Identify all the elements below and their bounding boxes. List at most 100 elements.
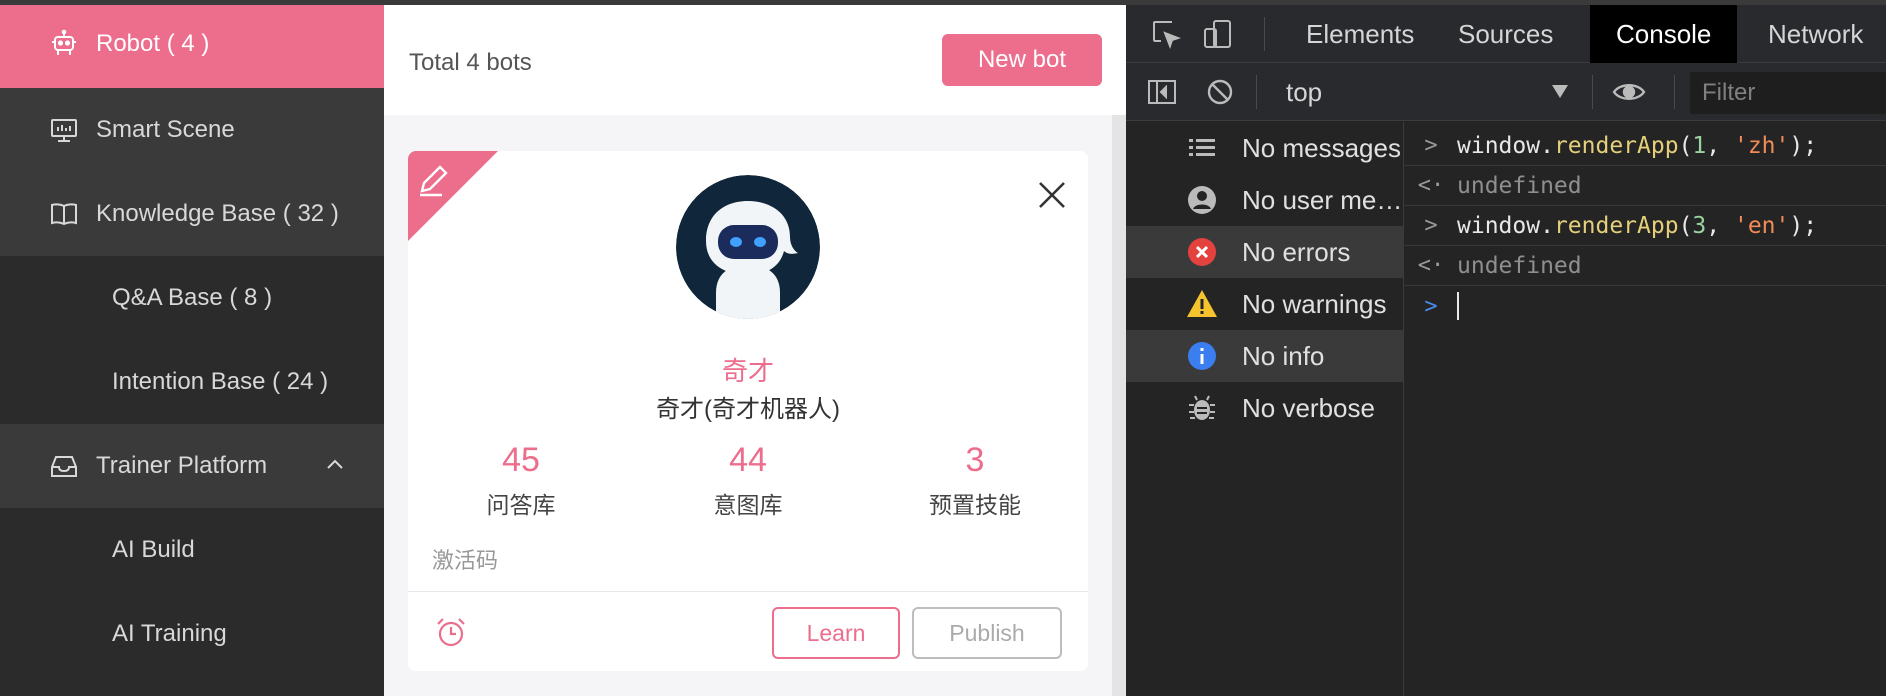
text-caret [1457,292,1459,320]
bot-avatar [676,175,820,319]
sidebar-item-smart-scene[interactable]: Smart Scene [0,88,384,172]
sidebar-item-label: No verbose [1242,392,1375,423]
code-token: ( [1678,212,1693,239]
console-result-line: <· undefined [1405,166,1886,206]
window-top-border [0,0,1886,5]
stat-value: 45 [502,441,540,479]
stat-label: 意图库 [713,492,783,518]
sidebar-item-messages[interactable]: No messages [1126,122,1404,174]
divider [408,591,1088,592]
total-bots-label: Total 4 bots [409,49,532,76]
stat-intention: 44 意图库 [635,441,861,520]
user-icon [1186,184,1218,216]
sidebar-item-qa-base[interactable]: Q&A Base ( 8 ) [0,256,384,340]
alarm-clock-icon[interactable] [434,615,468,649]
input-chevron-icon: > [1424,133,1438,158]
sidebar-item-user-messages[interactable]: No user me… [1126,174,1404,226]
sidebar-item-ai-build[interactable]: AI Build [0,508,384,592]
code-token: 3 [1692,212,1707,239]
stat-skills: 3 预置技能 [862,441,1088,520]
stat-label: 预置技能 [929,492,1021,518]
tab-sources[interactable]: Sources [1432,5,1579,63]
sidebar-item-trainer-platform[interactable]: Trainer Platform [0,424,384,508]
result-arrow-icon: <· [1417,253,1445,278]
app-root: Robot ( 4 ) Smart Scene Knowledge Base (… [0,0,1886,696]
sidebar-item-label: Trainer Platform [96,452,268,479]
monitor-icon [48,114,80,146]
sidebar-item-label: No info [1242,340,1325,371]
dropdown-arrow-icon[interactable] [1552,85,1568,99]
tab-network[interactable]: Network [1742,5,1886,63]
bot-card[interactable]: 奇才 奇才(奇才机器人) 45 问答库 44 意图库 3 预置技能 激活码 Le… [408,151,1088,671]
sidebar-item-errors[interactable]: No errors [1126,226,1404,278]
code-token: ); [1789,132,1818,159]
close-icon[interactable] [1036,179,1068,211]
filter-input[interactable] [1690,72,1886,114]
bot-name: 奇才 [721,356,774,386]
sidebar-item-label: Intention Base ( 24 ) [112,368,329,395]
device-toolbar-icon[interactable] [1202,18,1234,50]
console-result-line: <· undefined [1405,246,1886,286]
sidebar-item-label: No errors [1242,236,1351,267]
clear-console-icon[interactable] [1204,76,1236,108]
activation-code-label: 激活码 [432,548,499,573]
new-bot-button[interactable]: New bot [942,34,1102,86]
edit-ribbon[interactable] [408,151,498,241]
separator [1256,75,1257,109]
code-token: ( [1678,132,1693,159]
prompt-chevron-icon: > [1424,293,1438,319]
console-sidebar: No messages No user me… No errors No war… [1126,122,1404,696]
sidebar-item-ai-training[interactable]: AI Training [0,592,384,696]
devtools-tab-bar: Elements Sources Console Network [1126,5,1886,63]
result-value: undefined [1457,172,1582,199]
inspect-element-icon[interactable] [1150,18,1182,50]
info-icon [1186,340,1218,372]
console-input-line: > window. renderApp(1, 'zh'); [1405,126,1886,166]
stat-qa: 45 问答库 [408,441,634,520]
robot-icon [48,28,80,60]
panel-header: Total 4 bots New bot [384,5,1126,115]
code-token: 1 [1692,132,1707,159]
input-chevron-icon: > [1424,213,1438,238]
sidebar-item-label: Robot ( 4 ) [96,30,210,57]
inbox-icon [48,450,80,482]
separator [1264,17,1265,51]
sidebar-item-info[interactable]: No info [1126,330,1404,382]
code-token: renderApp [1553,212,1679,239]
code-token: 'en' [1733,212,1790,239]
sidebar-item-knowledge-base[interactable]: Knowledge Base ( 32 ) [0,172,384,256]
code-token: renderApp [1553,132,1679,159]
sidebar-item-verbose[interactable]: No verbose [1126,382,1404,434]
sidebar-item-label: Knowledge Base ( 32 ) [96,200,339,227]
stat-label: 问答库 [486,492,556,518]
result-value: undefined [1457,252,1582,279]
context-select[interactable]: top [1286,77,1322,108]
console-output[interactable]: > window. renderApp(1, 'zh'); <· undefine… [1405,122,1886,696]
list-icon [1186,132,1218,164]
sidebar-item-warnings[interactable]: No warnings [1126,278,1404,330]
sidebar-item-robot[interactable]: Robot ( 4 ) [0,0,384,88]
learn-button[interactable]: Learn [772,607,900,659]
code-token: , [1706,212,1734,239]
scrollbar[interactable] [1112,115,1126,696]
sidebar-item-label: AI Training [112,620,227,647]
result-arrow-icon: <· [1417,173,1445,198]
console-input-line: > window. renderApp(3, 'en'); [1405,206,1886,246]
sidebar-item-label: Smart Scene [96,116,235,143]
bug-icon [1186,392,1218,424]
code-token: , [1706,132,1734,159]
sidebar-item-intention-base[interactable]: Intention Base ( 24 ) [0,340,384,424]
stat-value: 44 [729,441,767,479]
chevron-up-icon[interactable] [322,452,348,478]
tab-elements[interactable]: Elements [1280,5,1440,63]
separator [1674,75,1675,109]
sidebar-toggle-icon[interactable] [1146,76,1178,108]
eye-icon[interactable] [1612,76,1646,108]
publish-button[interactable]: Publish [912,607,1062,659]
code-token: 'zh' [1733,132,1790,159]
sidebar-item-label: No warnings [1242,288,1387,319]
code-token: window. [1457,212,1554,239]
console-prompt[interactable]: > [1405,286,1886,326]
separator [1592,75,1593,109]
tab-console[interactable]: Console [1590,5,1738,63]
